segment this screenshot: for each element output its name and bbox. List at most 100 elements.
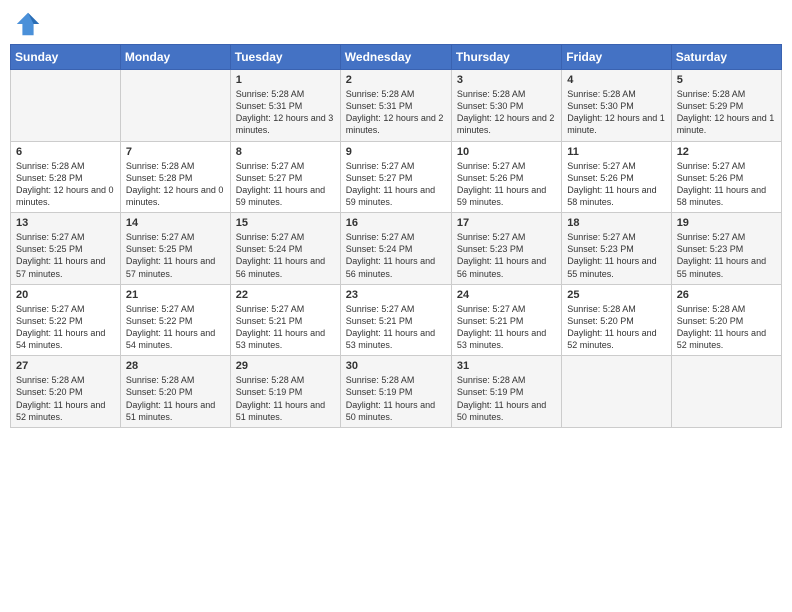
- day-info: Sunrise: 5:28 AM Sunset: 5:31 PM Dayligh…: [346, 88, 446, 137]
- calendar-cell: 12 Sunrise: 5:27 AM Sunset: 5:26 PM Dayli…: [671, 141, 781, 213]
- day-info: Sunrise: 5:28 AM Sunset: 5:19 PM Dayligh…: [236, 374, 335, 423]
- day-info: Sunrise: 5:27 AM Sunset: 5:27 PM Dayligh…: [236, 160, 335, 209]
- calendar-day-header: Saturday: [671, 45, 781, 70]
- calendar-week-row: 6Sunrise: 5:28 AM Sunset: 5:28 PM Daylig…: [11, 141, 782, 213]
- calendar-cell: 18 Sunrise: 5:27 AM Sunset: 5:23 PM Dayli…: [562, 213, 671, 285]
- day-number: 18: [567, 217, 665, 229]
- day-number: 16: [346, 217, 446, 229]
- day-info: Sunrise: 5:27 AM Sunset: 5:24 PM Dayligh…: [346, 231, 446, 280]
- calendar-body: 1 Sunrise: 5:28 AM Sunset: 5:31 PM Daylig…: [11, 70, 782, 428]
- calendar-cell: 2Sunrise: 5:28 AM Sunset: 5:31 PM Daylig…: [340, 70, 451, 142]
- day-number: 10: [457, 146, 556, 158]
- calendar-week-row: 27 Sunrise: 5:28 AM Sunset: 5:20 PM Dayli…: [11, 356, 782, 428]
- day-number: 7: [126, 146, 225, 158]
- calendar-cell: 4 Sunrise: 5:28 AM Sunset: 5:30 PM Daylig…: [562, 70, 671, 142]
- calendar-cell: 20Sunrise: 5:27 AM Sunset: 5:22 PM Dayli…: [11, 284, 121, 356]
- day-number: 25: [567, 289, 665, 301]
- calendar-cell: 11 Sunrise: 5:27 AM Sunset: 5:26 PM Dayli…: [562, 141, 671, 213]
- calendar-cell: [562, 356, 671, 428]
- calendar-header-row: SundayMondayTuesdayWednesdayThursdayFrid…: [11, 45, 782, 70]
- calendar-day-header: Sunday: [11, 45, 121, 70]
- calendar-cell: 1 Sunrise: 5:28 AM Sunset: 5:31 PM Daylig…: [230, 70, 340, 142]
- day-number: 24: [457, 289, 556, 301]
- calendar-cell: 27 Sunrise: 5:28 AM Sunset: 5:20 PM Dayli…: [11, 356, 121, 428]
- calendar-cell: 5 Sunrise: 5:28 AM Sunset: 5:29 PM Daylig…: [671, 70, 781, 142]
- day-info: Sunrise: 5:28 AM Sunset: 5:28 PM Dayligh…: [126, 160, 225, 209]
- day-info: Sunrise: 5:28 AM Sunset: 5:20 PM Dayligh…: [16, 374, 115, 423]
- calendar-cell: 3Sunrise: 5:28 AM Sunset: 5:30 PM Daylig…: [451, 70, 561, 142]
- calendar-cell: 21 Sunrise: 5:27 AM Sunset: 5:22 PM Dayli…: [120, 284, 230, 356]
- day-info: Sunrise: 5:28 AM Sunset: 5:30 PM Dayligh…: [567, 88, 665, 137]
- logo: [14, 10, 44, 38]
- day-info: Sunrise: 5:27 AM Sunset: 5:25 PM Dayligh…: [126, 231, 225, 280]
- calendar-cell: 25 Sunrise: 5:28 AM Sunset: 5:20 PM Dayli…: [562, 284, 671, 356]
- calendar-cell: 13 Sunrise: 5:27 AM Sunset: 5:25 PM Dayli…: [11, 213, 121, 285]
- day-info: Sunrise: 5:27 AM Sunset: 5:26 PM Dayligh…: [567, 160, 665, 209]
- day-number: 30: [346, 360, 446, 372]
- day-info: Sunrise: 5:27 AM Sunset: 5:27 PM Dayligh…: [346, 160, 446, 209]
- calendar-cell: [11, 70, 121, 142]
- calendar-cell: [120, 70, 230, 142]
- calendar-cell: 10 Sunrise: 5:27 AM Sunset: 5:26 PM Dayli…: [451, 141, 561, 213]
- day-info: Sunrise: 5:28 AM Sunset: 5:20 PM Dayligh…: [126, 374, 225, 423]
- day-info: Sunrise: 5:27 AM Sunset: 5:25 PM Dayligh…: [16, 231, 115, 280]
- page-header: [10, 10, 782, 38]
- day-info: Sunrise: 5:27 AM Sunset: 5:23 PM Dayligh…: [457, 231, 556, 280]
- day-number: 15: [236, 217, 335, 229]
- day-info: Sunrise: 5:27 AM Sunset: 5:21 PM Dayligh…: [236, 303, 335, 352]
- calendar-cell: 26 Sunrise: 5:28 AM Sunset: 5:20 PM Dayli…: [671, 284, 781, 356]
- day-number: 23: [346, 289, 446, 301]
- day-number: 4: [567, 74, 665, 86]
- day-info: Sunrise: 5:27 AM Sunset: 5:24 PM Dayligh…: [236, 231, 335, 280]
- day-info: Sunrise: 5:27 AM Sunset: 5:26 PM Dayligh…: [457, 160, 556, 209]
- day-info: Sunrise: 5:27 AM Sunset: 5:22 PM Dayligh…: [126, 303, 225, 352]
- day-info: Sunrise: 5:27 AM Sunset: 5:21 PM Dayligh…: [346, 303, 446, 352]
- day-info: Sunrise: 5:28 AM Sunset: 5:20 PM Dayligh…: [567, 303, 665, 352]
- day-info: Sunrise: 5:28 AM Sunset: 5:19 PM Dayligh…: [346, 374, 446, 423]
- day-number: 26: [677, 289, 776, 301]
- day-number: 21: [126, 289, 225, 301]
- calendar-day-header: Friday: [562, 45, 671, 70]
- calendar-day-header: Thursday: [451, 45, 561, 70]
- calendar-cell: 6Sunrise: 5:28 AM Sunset: 5:28 PM Daylig…: [11, 141, 121, 213]
- calendar-table: SundayMondayTuesdayWednesdayThursdayFrid…: [10, 44, 782, 428]
- calendar-cell: 24 Sunrise: 5:27 AM Sunset: 5:21 PM Dayli…: [451, 284, 561, 356]
- calendar-cell: 19Sunrise: 5:27 AM Sunset: 5:23 PM Dayli…: [671, 213, 781, 285]
- day-info: Sunrise: 5:28 AM Sunset: 5:29 PM Dayligh…: [677, 88, 776, 137]
- calendar-week-row: 20 Sunrise: 5:27 AM Sunset: 5:22 PM Dayli…: [11, 284, 782, 356]
- day-info: Sunrise: 5:28 AM Sunset: 5:30 PM Dayligh…: [457, 88, 556, 137]
- calendar-cell: 8Sunrise: 5:27 AM Sunset: 5:27 PM Daylig…: [230, 141, 340, 213]
- day-number: 29: [236, 360, 335, 372]
- calendar-cell: 7 Sunrise: 5:28 AM Sunset: 5:28 PM Daylig…: [120, 141, 230, 213]
- day-number: 14: [126, 217, 225, 229]
- day-number: 12: [677, 146, 776, 158]
- calendar-day-header: Wednesday: [340, 45, 451, 70]
- calendar-day-header: Monday: [120, 45, 230, 70]
- calendar-cell: 22Sunrise: 5:27 AM Sunset: 5:21 PM Dayli…: [230, 284, 340, 356]
- day-number: 1: [236, 74, 335, 86]
- logo-icon: [14, 10, 42, 38]
- day-number: 17: [457, 217, 556, 229]
- day-info: Sunrise: 5:27 AM Sunset: 5:26 PM Dayligh…: [677, 160, 776, 209]
- day-number: 5: [677, 74, 776, 86]
- day-info: Sunrise: 5:28 AM Sunset: 5:20 PM Dayligh…: [677, 303, 776, 352]
- calendar-cell: 23 Sunrise: 5:27 AM Sunset: 5:21 PM Dayli…: [340, 284, 451, 356]
- calendar-week-row: 1 Sunrise: 5:28 AM Sunset: 5:31 PM Daylig…: [11, 70, 782, 142]
- day-number: 27: [16, 360, 115, 372]
- day-info: Sunrise: 5:27 AM Sunset: 5:23 PM Dayligh…: [567, 231, 665, 280]
- day-number: 28: [126, 360, 225, 372]
- calendar-cell: 9 Sunrise: 5:27 AM Sunset: 5:27 PM Daylig…: [340, 141, 451, 213]
- day-info: Sunrise: 5:28 AM Sunset: 5:31 PM Dayligh…: [236, 88, 335, 137]
- calendar-week-row: 13 Sunrise: 5:27 AM Sunset: 5:25 PM Dayli…: [11, 213, 782, 285]
- day-number: 31: [457, 360, 556, 372]
- day-number: 13: [16, 217, 115, 229]
- calendar-cell: [671, 356, 781, 428]
- calendar-cell: 29 Sunrise: 5:28 AM Sunset: 5:19 PM Dayli…: [230, 356, 340, 428]
- day-info: Sunrise: 5:27 AM Sunset: 5:23 PM Dayligh…: [677, 231, 776, 280]
- calendar-cell: 17 Sunrise: 5:27 AM Sunset: 5:23 PM Dayli…: [451, 213, 561, 285]
- day-number: 9: [346, 146, 446, 158]
- day-number: 11: [567, 146, 665, 158]
- day-number: 20: [16, 289, 115, 301]
- day-info: Sunrise: 5:27 AM Sunset: 5:21 PM Dayligh…: [457, 303, 556, 352]
- day-info: Sunrise: 5:28 AM Sunset: 5:19 PM Dayligh…: [457, 374, 556, 423]
